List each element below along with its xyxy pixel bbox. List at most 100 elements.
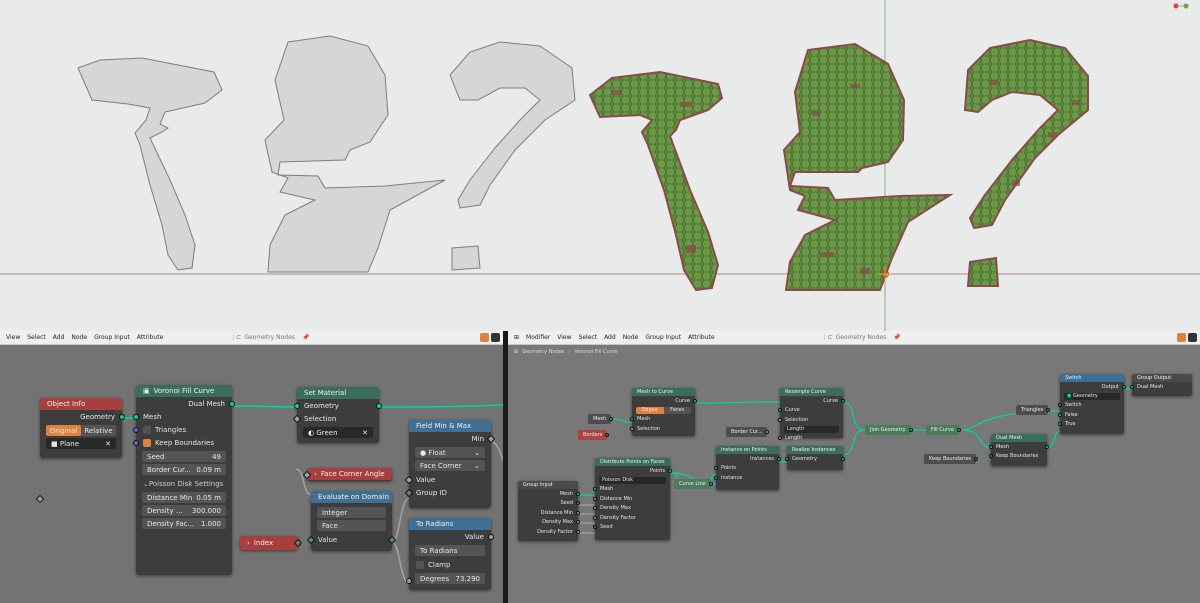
group-output-node[interactable]: Group Output Dual Mesh xyxy=(1130,374,1192,396)
evaluate-on-domain-node[interactable]: Evaluate on Domain Integer Face Value xyxy=(306,491,397,551)
domain-dropdown[interactable]: Face Corner ⌄ xyxy=(415,460,485,471)
right-node-editor[interactable]: ⊞ Geometry Nodes › Voronoi Fill Curve Me… xyxy=(508,345,1200,603)
socket[interactable] xyxy=(592,514,598,521)
edges-option[interactable]: Edges xyxy=(636,406,664,414)
borders-input-node[interactable]: Borders xyxy=(578,430,610,440)
clear-icon[interactable]: ✕ xyxy=(105,440,111,448)
menu-group-input[interactable]: Group Input xyxy=(645,334,681,341)
socket[interactable] xyxy=(1058,403,1062,408)
menu-attribute[interactable]: Attribute xyxy=(137,334,164,341)
mode-selector[interactable]: Modifier xyxy=(526,334,550,341)
instance-on-points-node[interactable]: Instance on Points Instances Points Inst… xyxy=(714,446,781,490)
3d-viewport[interactable] xyxy=(0,0,1200,331)
menu-view[interactable]: View xyxy=(6,334,20,341)
node-header[interactable]: Instance on Points xyxy=(716,446,779,454)
socket[interactable] xyxy=(119,413,125,420)
degrees-field[interactable]: Degrees 73.290 xyxy=(415,573,485,584)
density-max-field[interactable]: Density ... 300.000 xyxy=(142,505,226,516)
object-field[interactable]: ■ Plane ✕ xyxy=(46,438,116,449)
face-corner-angle-node[interactable]: › Face Corner Angle xyxy=(302,468,392,481)
seed-field[interactable]: Seed 49 xyxy=(142,451,226,462)
menu-attribute[interactable]: Attribute xyxy=(688,334,715,341)
poisson-panel-toggle[interactable]: ⌄ Poisson Disk Settings xyxy=(136,477,232,490)
checkbox[interactable] xyxy=(143,425,151,434)
mesh-to-curve-node[interactable]: Mesh to Curve Curve Edges Faces Mesh Sele… xyxy=(629,388,697,436)
menu-node[interactable]: Node xyxy=(623,334,639,341)
checkbox[interactable] xyxy=(416,560,424,569)
triangles-input-node[interactable]: Triangles xyxy=(1016,405,1051,415)
socket[interactable] xyxy=(908,428,913,432)
socket[interactable] xyxy=(576,510,580,515)
keep-boundaries-checkbox[interactable]: Keep Boundaries xyxy=(133,436,232,449)
switch-node[interactable]: Switch Output ● Geometry Switch False Tr… xyxy=(1058,374,1126,434)
socket[interactable] xyxy=(294,402,300,409)
socket[interactable] xyxy=(576,491,580,496)
menu-select[interactable]: Select xyxy=(579,334,598,341)
socket[interactable] xyxy=(778,436,782,441)
socket[interactable] xyxy=(576,529,580,534)
socket[interactable] xyxy=(778,408,782,413)
snap-icon[interactable] xyxy=(480,333,489,342)
distribute-points-on-faces-node[interactable]: Distribute Points on Faces Points Poisso… xyxy=(592,458,672,540)
socket[interactable] xyxy=(668,468,672,473)
socket[interactable] xyxy=(630,417,634,422)
relative-option[interactable]: Relative xyxy=(81,427,116,435)
socket[interactable] xyxy=(714,466,718,471)
overlay-icon[interactable] xyxy=(491,333,500,342)
object-info-node[interactable]: Object Info Geometry Original Relative ■… xyxy=(35,398,125,504)
fill-curve-node[interactable]: Fill Curve xyxy=(926,425,962,435)
realize-instances-node[interactable]: Realize Instances Geometry xyxy=(785,446,845,470)
node-header[interactable]: ▣ Voronoi Fill Curve xyxy=(136,385,232,397)
group-input-node[interactable]: Group Input Mesh Seed Distance Min Densi… xyxy=(518,481,580,541)
left-node-editor[interactable]: Object Info Geometry Original Relative ■… xyxy=(0,345,503,603)
overlay-icon[interactable] xyxy=(1188,333,1197,342)
type-dropdown[interactable]: ● Geometry xyxy=(1064,392,1120,400)
socket[interactable] xyxy=(629,425,635,432)
material-field[interactable]: ◐ Green ✕ xyxy=(303,427,373,438)
socket[interactable] xyxy=(1122,384,1126,389)
node-header[interactable]: › Index xyxy=(240,536,298,550)
socket[interactable] xyxy=(777,416,783,423)
distance-min-field[interactable]: Distance Min 0.05 m xyxy=(142,492,226,503)
node-header[interactable]: Switch xyxy=(1060,374,1124,382)
operation-dropdown[interactable]: To Radians xyxy=(415,545,485,556)
socket[interactable] xyxy=(133,439,139,446)
node-tree-selector[interactable]: ⋮⊏ Geometry Nodes xyxy=(822,334,887,341)
type-dropdown[interactable]: Integer xyxy=(317,507,386,518)
mode-dropdown[interactable]: Poisson Disk xyxy=(599,476,666,484)
field-min-max-node[interactable]: Field Min & Max Min ● Float ⌄ Face Corner… xyxy=(404,420,496,508)
socket[interactable] xyxy=(777,456,781,461)
node-header[interactable]: Set Material xyxy=(297,387,379,399)
domain-dropdown[interactable]: Face xyxy=(317,520,386,531)
join-geometry-node[interactable]: Join Geometry xyxy=(865,425,913,435)
socket[interactable] xyxy=(593,496,597,501)
socket[interactable] xyxy=(989,454,993,459)
dual-mesh-node[interactable]: Dual Mesh Mesh Keep Boundaries xyxy=(989,434,1049,466)
socket[interactable] xyxy=(376,402,382,409)
mesh-input-node[interactable]: Mesh xyxy=(588,414,614,424)
menu-view[interactable]: View xyxy=(557,334,571,341)
socket[interactable] xyxy=(841,456,845,461)
socket[interactable] xyxy=(1058,422,1062,427)
pin-icon[interactable]: 📌 xyxy=(893,334,900,341)
menu-group-input[interactable]: Group Input xyxy=(94,334,130,341)
socket[interactable] xyxy=(133,426,139,433)
node-header[interactable]: Group Input xyxy=(518,481,578,489)
data-type-dropdown[interactable]: ● Float ⌄ xyxy=(415,447,485,458)
socket[interactable] xyxy=(488,533,494,540)
resample-curve-node[interactable]: Resample Curve Curve Curve Selection Len… xyxy=(777,388,845,441)
socket[interactable] xyxy=(229,400,235,407)
menu-add[interactable]: Add xyxy=(53,334,65,341)
node-header[interactable]: Dual Mesh xyxy=(991,434,1047,442)
original-option[interactable]: Original xyxy=(46,425,81,436)
socket[interactable] xyxy=(1130,384,1134,389)
checkbox[interactable] xyxy=(143,438,151,447)
node-header[interactable]: Resample Curve xyxy=(780,388,843,396)
editor-type-icon[interactable]: ⊞ xyxy=(514,334,519,341)
socket[interactable] xyxy=(841,398,845,403)
node-header[interactable]: Mesh to Curve xyxy=(632,388,695,396)
curve-line-node[interactable]: Curve Line xyxy=(674,479,713,489)
node-header[interactable]: Evaluate on Domain xyxy=(311,491,392,503)
socket[interactable] xyxy=(1045,444,1049,449)
border-curve-input-node[interactable]: Border Cur... xyxy=(726,427,770,437)
